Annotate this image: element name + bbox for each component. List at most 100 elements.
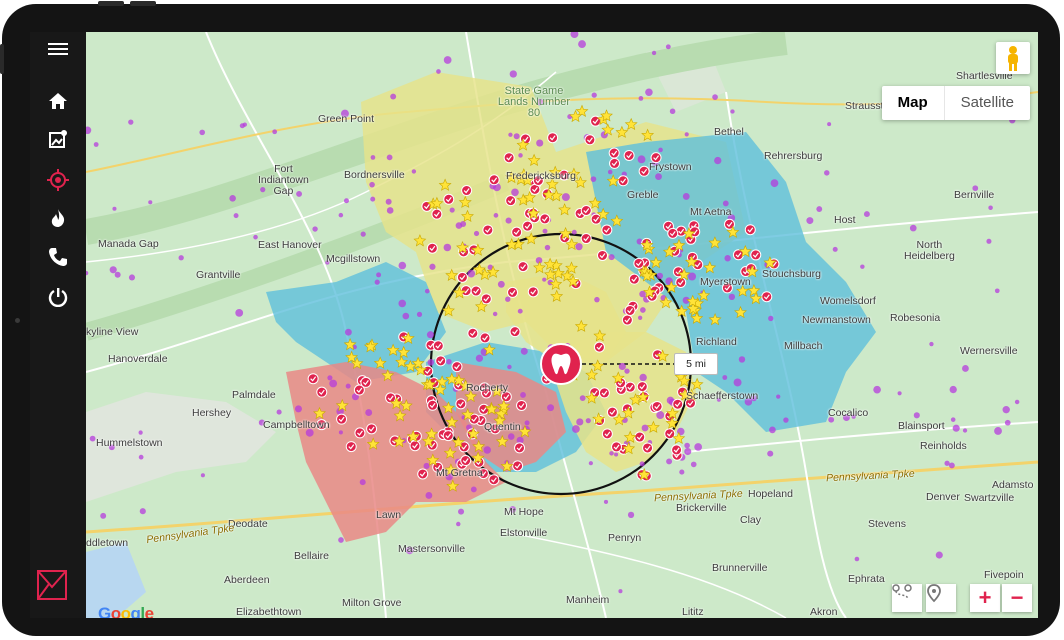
patient-marker[interactable] — [636, 381, 648, 393]
lead-dot — [638, 96, 644, 101]
sidebar-item-reports[interactable] — [30, 122, 86, 156]
patient-marker[interactable] — [426, 242, 438, 254]
patient-marker[interactable] — [479, 332, 491, 344]
lead-dot — [590, 176, 597, 182]
patient-marker[interactable] — [750, 249, 762, 261]
patient-marker[interactable] — [461, 185, 473, 197]
location-pin-button[interactable] — [926, 584, 956, 612]
patient-marker[interactable] — [512, 460, 524, 472]
zoom-in-button[interactable]: + — [970, 584, 1000, 612]
patient-marker[interactable] — [480, 293, 492, 305]
patient-marker[interactable] — [609, 157, 621, 169]
lead-dot — [276, 409, 282, 415]
patient-marker[interactable] — [455, 398, 467, 410]
patient-marker[interactable] — [336, 413, 348, 425]
patient-marker[interactable] — [580, 233, 592, 245]
patient-marker[interactable] — [761, 291, 773, 303]
patient-marker[interactable] — [460, 455, 472, 467]
patient-marker[interactable] — [509, 326, 521, 338]
patient-marker[interactable] — [505, 195, 517, 207]
patient-marker[interactable] — [503, 152, 515, 164]
patient-marker[interactable] — [634, 431, 646, 443]
patient-marker[interactable] — [547, 132, 559, 144]
patient-marker[interactable] — [507, 286, 519, 298]
patient-marker[interactable] — [514, 442, 526, 454]
patient-marker[interactable] — [451, 361, 463, 373]
patient-marker[interactable] — [672, 398, 684, 410]
patient-marker[interactable] — [511, 226, 523, 238]
patient-marker[interactable] — [467, 327, 479, 339]
patient-marker[interactable] — [478, 403, 490, 415]
menu-button[interactable] — [30, 32, 86, 66]
patient-marker[interactable] — [601, 428, 613, 440]
patient-marker[interactable] — [360, 376, 372, 388]
patient-marker[interactable] — [621, 314, 633, 326]
zoom-out-button[interactable]: − — [1002, 584, 1032, 612]
patient-marker[interactable] — [628, 273, 640, 285]
lead-dot — [627, 511, 635, 519]
patient-marker[interactable] — [409, 440, 421, 452]
patient-marker[interactable] — [435, 355, 447, 367]
sidebar-item-calls[interactable] — [30, 240, 86, 274]
patient-marker[interactable] — [354, 427, 366, 439]
patient-marker[interactable] — [633, 257, 645, 269]
patient-marker[interactable] — [651, 400, 663, 412]
sidebar-item-targeting[interactable] — [30, 163, 86, 197]
brand-logo-icon[interactable] — [37, 570, 67, 605]
street-view-pegman-button[interactable] — [996, 42, 1030, 74]
patient-marker[interactable] — [488, 474, 500, 486]
map-type-satellite-button[interactable]: Satellite — [945, 86, 1030, 120]
sidebar-item-home[interactable] — [30, 84, 86, 118]
patient-marker[interactable] — [522, 220, 534, 232]
patient-marker[interactable] — [617, 175, 629, 187]
patient-marker[interactable] — [638, 165, 650, 177]
patient-marker[interactable] — [456, 271, 468, 283]
patient-marker[interactable] — [517, 261, 529, 273]
map-canvas[interactable]: State Game Lands Number 80 Green Point F… — [86, 32, 1038, 618]
patient-marker[interactable] — [443, 193, 455, 205]
patient-marker[interactable] — [642, 442, 654, 454]
lead-dot — [730, 109, 735, 114]
patient-marker[interactable] — [431, 208, 443, 220]
patient-marker[interactable] — [307, 373, 319, 385]
patient-marker[interactable] — [580, 204, 592, 216]
patient-marker[interactable] — [608, 147, 620, 159]
patient-marker[interactable] — [488, 174, 500, 186]
route-tool-button[interactable] — [892, 584, 922, 612]
patient-marker[interactable] — [598, 387, 610, 399]
patient-marker[interactable] — [516, 399, 528, 411]
patient-marker[interactable] — [427, 399, 439, 411]
patient-marker[interactable] — [366, 423, 378, 435]
patient-marker[interactable] — [623, 149, 635, 161]
flame-icon — [51, 209, 65, 227]
patient-marker[interactable] — [593, 341, 605, 353]
place-label: Lititz — [682, 606, 704, 618]
patient-marker[interactable] — [316, 386, 328, 398]
lead-dot — [520, 347, 528, 355]
patient-marker[interactable] — [432, 340, 444, 352]
patient-marker[interactable] — [624, 304, 636, 316]
patient-marker[interactable] — [611, 441, 623, 453]
patient-marker[interactable] — [596, 249, 608, 261]
patient-marker[interactable] — [482, 224, 494, 236]
sidebar-item-logout[interactable] — [30, 280, 86, 314]
patient-marker[interactable] — [442, 430, 454, 442]
patient-marker[interactable] — [601, 224, 613, 236]
lead-dot — [948, 462, 955, 469]
patient-marker[interactable] — [470, 285, 482, 297]
sidebar-item-hot-leads[interactable] — [30, 201, 86, 235]
patient-marker[interactable] — [624, 381, 636, 393]
patient-marker[interactable] — [539, 213, 551, 225]
lead-dot — [767, 450, 774, 457]
patient-marker[interactable] — [527, 286, 539, 298]
patient-marker[interactable] — [744, 224, 756, 236]
patient-marker[interactable] — [606, 406, 618, 418]
place-label: Akron — [810, 606, 838, 618]
map-type-map-button[interactable]: Map — [882, 86, 945, 120]
lead-dot — [824, 170, 830, 176]
patient-marker[interactable] — [345, 441, 357, 453]
patient-marker[interactable] — [671, 444, 683, 456]
patient-marker[interactable] — [584, 134, 596, 146]
patient-marker[interactable] — [417, 468, 429, 480]
patient-marker[interactable] — [667, 227, 679, 239]
